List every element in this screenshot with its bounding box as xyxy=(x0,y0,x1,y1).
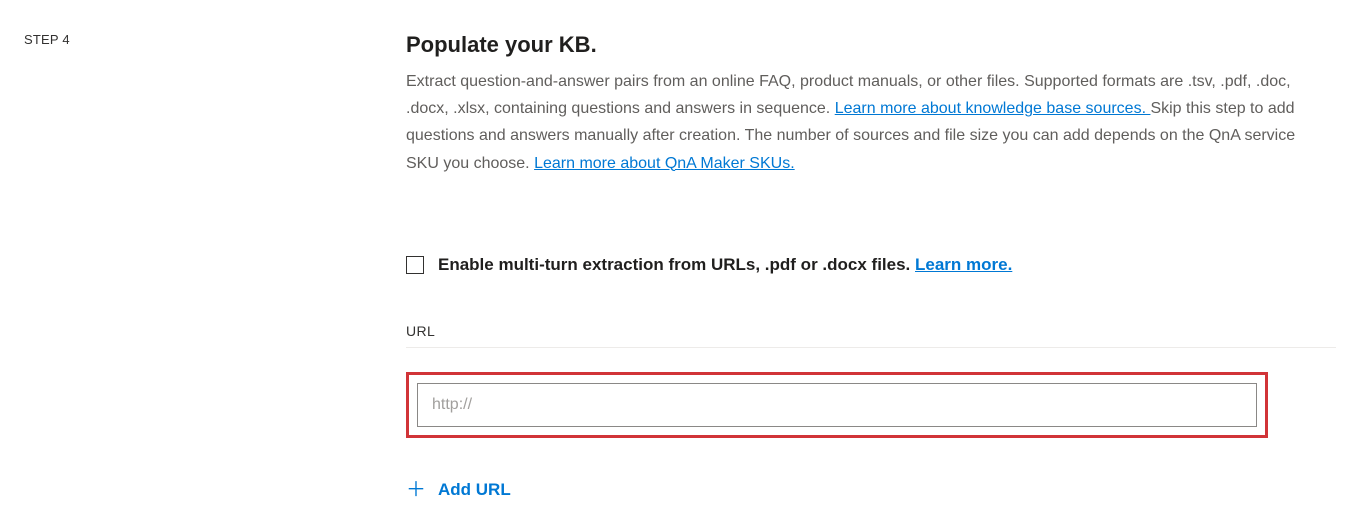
url-divider xyxy=(406,347,1336,348)
section-description: Extract question-and-answer pairs from a… xyxy=(406,68,1306,177)
step-label: STEP 4 xyxy=(24,32,406,47)
learn-more-kb-sources-link[interactable]: Learn more about knowledge base sources. xyxy=(835,100,1151,117)
multiturn-checkbox[interactable] xyxy=(406,256,424,274)
add-url-label: Add URL xyxy=(438,480,511,500)
multiturn-label-text: Enable multi-turn extraction from URLs, … xyxy=(438,255,915,274)
url-header: URL xyxy=(406,323,1336,347)
add-url-button[interactable]: ＋ Add URL xyxy=(406,480,511,500)
multiturn-label: Enable multi-turn extraction from URLs, … xyxy=(438,255,1012,275)
plus-icon: ＋ xyxy=(406,480,426,500)
url-input-highlight xyxy=(406,372,1268,438)
multiturn-learn-more-link[interactable]: Learn more. xyxy=(915,255,1012,274)
multiturn-row: Enable multi-turn extraction from URLs, … xyxy=(406,255,1336,275)
learn-more-skus-link[interactable]: Learn more about QnA Maker SKUs. xyxy=(534,155,795,172)
url-input[interactable] xyxy=(417,383,1257,427)
section-title: Populate your KB. xyxy=(406,32,1336,58)
